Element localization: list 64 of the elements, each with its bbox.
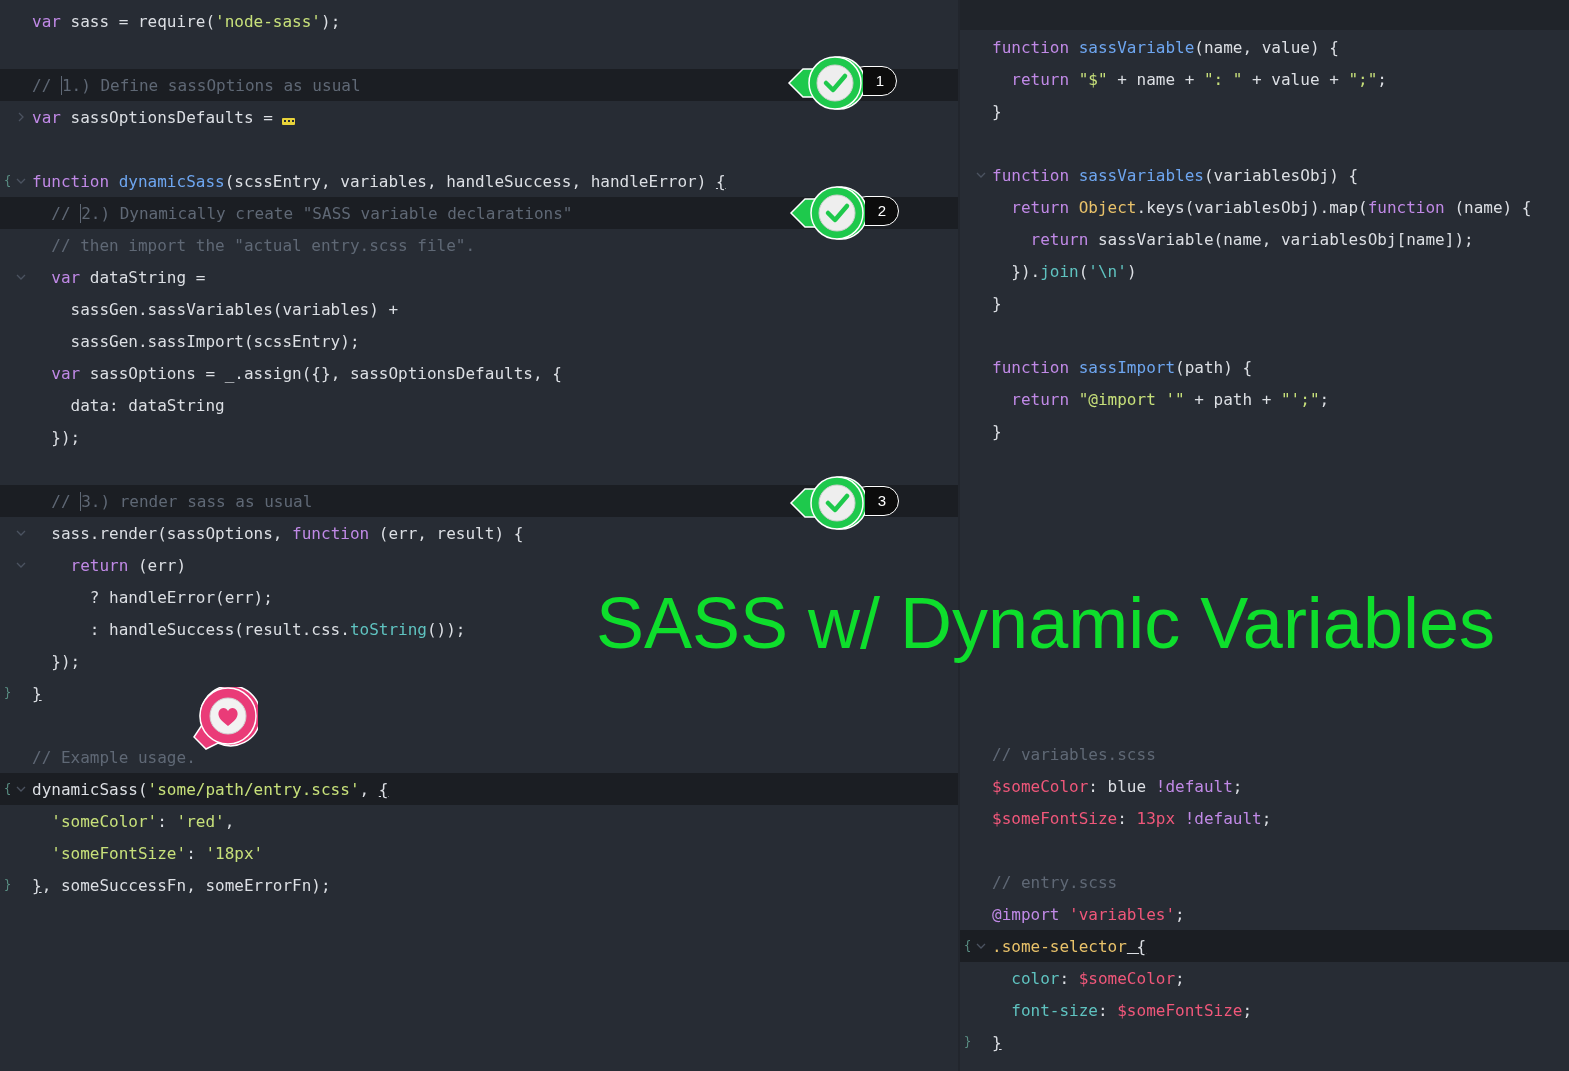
- code-line: var dataString =: [50, 267, 206, 287]
- code-line: var sassOptions = _.assign({}, sassOptionsDefaults, {: [50, 363, 562, 383]
- fold-brace: {: [963, 939, 973, 953]
- code-line: 'someColor': 'red',: [50, 811, 235, 831]
- code-line: // variables.scss: [992, 744, 1156, 764]
- code-line: }).join('\n'): [1010, 261, 1137, 281]
- code-line: .some-selector {: [992, 936, 1147, 956]
- code-line: // 1.) Define sassOptions as usual: [32, 75, 361, 95]
- code-line: // 2.) Dynamically create "SASS variable declarations": [50, 203, 573, 223]
- check-badge-icon: [787, 55, 863, 111]
- code-line: dynamicSass('some/path/entry.scss', {: [32, 779, 389, 799]
- code-line: }: [992, 421, 1002, 441]
- check-badge-icon: [789, 185, 865, 241]
- fold-ellipsis-icon[interactable]: [282, 117, 296, 125]
- code-line: });: [50, 651, 81, 671]
- code-line: return sassVariable(name, variablesObj[name]);: [1029, 229, 1474, 249]
- code-line: // then import the "actual entry.scss file".: [50, 235, 476, 255]
- chevron-down-icon[interactable]: [976, 941, 986, 951]
- code-line: function sassVariables(variablesObj) {: [992, 165, 1359, 185]
- code-line: // entry.scss: [992, 872, 1118, 892]
- code-line: return (err): [69, 555, 187, 575]
- fold-brace: }: [963, 1035, 973, 1049]
- code-line: }: [992, 1032, 1002, 1052]
- code-line: $someColor: blue !default;: [992, 776, 1243, 796]
- code-line: return "@import '" + path + "';";: [1010, 389, 1330, 409]
- code-line: sass.render(sassOptions, function (err, result) {: [50, 523, 524, 543]
- chevron-right-icon[interactable]: [16, 112, 26, 122]
- code-line: }: [32, 683, 42, 703]
- chevron-down-icon[interactable]: [16, 560, 26, 570]
- code-line: function dynamicSass(scssEntry, variables, handleSuccess, handleError) {: [32, 171, 726, 191]
- code-line: function sassVariable(name, value) {: [992, 37, 1339, 57]
- code-line: color: $someColor;: [1010, 968, 1185, 988]
- fold-brace: {: [3, 782, 13, 796]
- chevron-down-icon[interactable]: [16, 272, 26, 282]
- fold-brace: }: [3, 686, 13, 700]
- chevron-down-icon[interactable]: [976, 170, 986, 180]
- chevron-down-icon[interactable]: [16, 784, 26, 794]
- code-line: }: [992, 293, 1002, 313]
- fold-brace: }: [3, 878, 13, 892]
- code-line: }: [992, 101, 1002, 121]
- code-line: @import 'variables';: [992, 904, 1185, 924]
- code-line: data: dataString: [69, 395, 225, 415]
- title-overlay: SASS w/ Dynamic Variables: [596, 582, 1495, 665]
- check-badge-icon: [789, 475, 865, 531]
- code-line: $someFontSize: 13px !default;: [992, 808, 1272, 828]
- code-line: });: [50, 427, 81, 447]
- chevron-down-icon[interactable]: [16, 176, 26, 186]
- code-line: // 3.) render sass as usual: [50, 491, 313, 511]
- code-line: return "$" + name + ": " + value + ";";: [1010, 69, 1387, 89]
- chevron-down-icon[interactable]: [16, 528, 26, 538]
- code-line: sassGen.sassVariables(variables) +: [69, 299, 399, 319]
- code-line: function sassImport(path) {: [992, 357, 1253, 377]
- code-line: var sass = require('node-sass');: [32, 11, 341, 31]
- code-line: // Example usage.: [32, 747, 196, 767]
- code-line: return Object.keys(variablesObj).map(function (name) {: [1010, 197, 1532, 217]
- fold-brace: {: [3, 174, 13, 188]
- code-line: font-size: $someFontSize;: [1010, 1000, 1253, 1020]
- code-line: var sassOptionsDefaults =: [32, 107, 274, 127]
- code-line: }, someSuccessFn, someErrorFn);: [32, 875, 331, 895]
- code-line: : handleSuccess(result.css.toString());: [88, 619, 466, 639]
- code-line: ? handleError(err);: [88, 587, 273, 607]
- heart-pin-icon: [192, 687, 258, 751]
- code-line: 'someFontSize': '18px': [50, 843, 264, 863]
- code-line: sassGen.sassImport(scssEntry);: [69, 331, 360, 351]
